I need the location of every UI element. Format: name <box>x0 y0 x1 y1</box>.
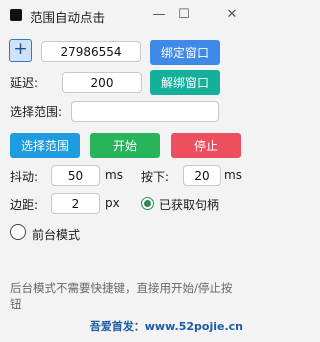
foreground-mode-label[interactable]: 前台模式 <box>32 226 80 243</box>
maximize-button[interactable]: ☐ <box>172 5 196 25</box>
jitter-input[interactable] <box>51 165 100 186</box>
handle-status-indicator <box>141 197 154 210</box>
press-unit: ms <box>224 168 242 182</box>
jitter-unit: ms <box>105 168 123 182</box>
press-label: 按下: <box>141 170 170 184</box>
range-input[interactable] <box>71 101 219 122</box>
range-label: 选择范围: <box>10 105 63 119</box>
delay-label: 延迟: <box>10 76 39 90</box>
margin-unit: px <box>105 196 120 210</box>
title-bar: 范围自动点击 — ☐ ✕ <box>0 0 251 30</box>
stop-button[interactable]: 停止 <box>171 133 241 158</box>
select-range-button[interactable]: 选择范围 <box>10 133 80 158</box>
credit-text: 吾爱首发：www.52pojie.cn <box>89 320 243 333</box>
jitter-label: 抖动: <box>10 170 39 184</box>
hint-text: 后台模式不需要快捷键，直接用开始/停止按钮 <box>10 281 233 311</box>
press-input[interactable] <box>183 165 221 186</box>
unbind-window-button[interactable]: 解绑窗口 <box>150 70 220 95</box>
bind-window-button[interactable]: 绑定窗口 <box>150 40 220 65</box>
margin-input[interactable] <box>51 193 100 214</box>
margin-label: 边距: <box>10 198 39 212</box>
foreground-mode-radio[interactable] <box>10 224 26 240</box>
app-icon <box>10 9 22 21</box>
minimize-button[interactable]: — <box>147 5 171 25</box>
handle-status-text: 已获取句柄 <box>159 198 220 212</box>
pick-window-button[interactable]: + <box>9 39 32 62</box>
delay-input[interactable] <box>62 72 142 93</box>
window-title: 范围自动点击 <box>30 10 106 25</box>
start-button[interactable]: 开始 <box>90 133 160 158</box>
close-button[interactable]: ✕ <box>220 5 244 25</box>
window-handle-input[interactable] <box>41 41 141 62</box>
